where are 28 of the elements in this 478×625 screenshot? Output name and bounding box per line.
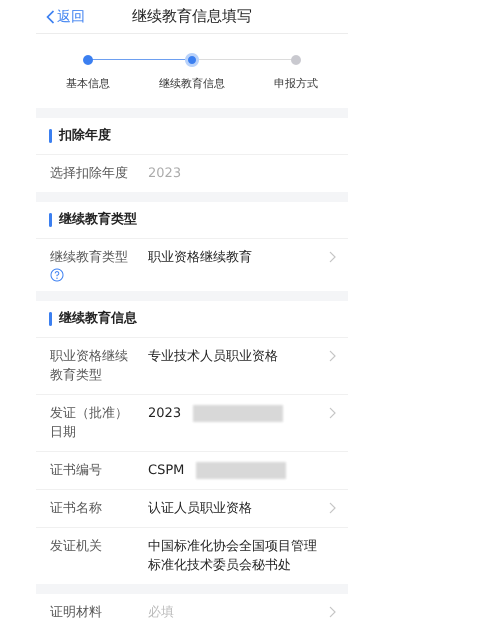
field-value: CSPM <box>148 462 184 480</box>
field-value[interactable]: 专业技术人员职业资格 <box>148 347 278 366</box>
field-label: 选择扣除年度 <box>50 165 129 183</box>
section-marker <box>49 129 52 143</box>
section-title: 继续教育信息 <box>59 310 137 328</box>
help-icon[interactable] <box>50 268 64 282</box>
step-label: 继续教育信息 <box>159 76 225 92</box>
step-label: 基本信息 <box>66 76 110 92</box>
field-label: 证明材料 <box>50 604 103 622</box>
field-value[interactable]: 认证人员职业资格 <box>148 499 252 518</box>
page-title: 继续教育信息填写 <box>132 6 252 26</box>
field-value[interactable]: 2023 <box>148 404 182 423</box>
back-link[interactable]: 返回 <box>46 7 85 27</box>
field-label: 证书名称 <box>50 500 103 518</box>
section-marker <box>49 312 52 326</box>
field-label: 继续教育类型 <box>50 248 129 267</box>
field-label: 证书编号 <box>50 462 103 480</box>
field-label: 发证（批准）日期 <box>50 405 129 442</box>
section-title: 扣除年度 <box>59 127 111 145</box>
section-title: 继续教育类型 <box>59 211 137 229</box>
section-marker <box>49 213 52 227</box>
chevron-left-icon <box>46 10 55 24</box>
field-value: 中国标准化协会全国项目管理标准化技术委员会秘书处 <box>148 538 318 575</box>
step-label: 申报方式 <box>274 76 318 92</box>
field-value[interactable]: 职业资格继续教育 <box>148 248 252 267</box>
field-value: 2023 <box>148 165 182 183</box>
field-label: 发证机关 <box>50 538 103 556</box>
field-label: 职业资格继续教育类型 <box>50 348 129 385</box>
